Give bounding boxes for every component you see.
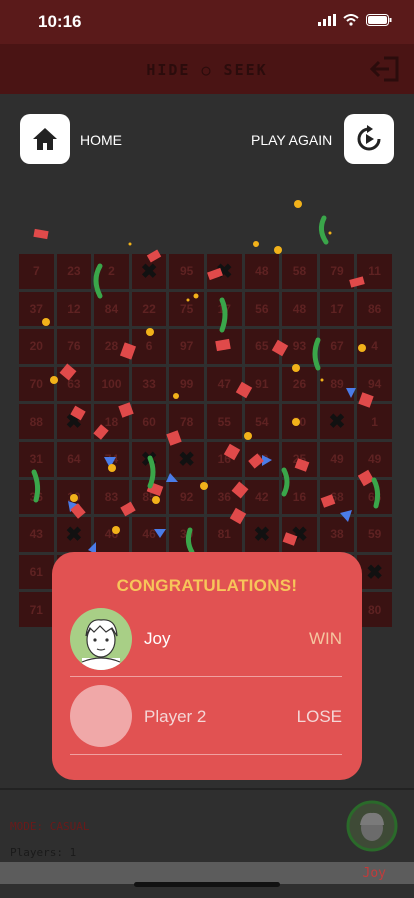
congratulations-title: CONGRATULATIONS! bbox=[116, 576, 298, 595]
results-modal: CONGRATULATIONS! Joy WIN Player 2 LOSE bbox=[52, 552, 362, 780]
player-1-result: WIN bbox=[308, 629, 342, 648]
divider bbox=[70, 754, 342, 755]
app-title: HIDE ○ SEEK bbox=[146, 61, 268, 79]
confetti-ribbons bbox=[33, 228, 375, 546]
avatar-placeholder bbox=[70, 685, 132, 747]
board-cell[interactable]: 71 bbox=[19, 592, 54, 627]
status-icons bbox=[318, 14, 392, 26]
wifi-icon bbox=[343, 14, 359, 26]
confetti-layer bbox=[31, 200, 381, 555]
player-2-result: LOSE bbox=[296, 707, 342, 726]
divider bbox=[70, 676, 342, 677]
status-bar: 10:16 bbox=[0, 0, 414, 44]
current-player-bar bbox=[0, 862, 414, 884]
play-again-button[interactable] bbox=[344, 114, 394, 164]
board-cell[interactable]: 80 bbox=[357, 592, 392, 627]
cell-number: 61 bbox=[29, 565, 43, 580]
home-indicator bbox=[134, 882, 280, 887]
player-1-name: Joy bbox=[144, 629, 171, 648]
players-count: Players: 1 bbox=[10, 846, 77, 859]
app-header: HIDE ○ SEEK bbox=[0, 44, 414, 94]
avatar bbox=[70, 608, 132, 670]
home-label[interactable]: HOME bbox=[80, 132, 122, 148]
mode-label: MODE: CASUAL bbox=[10, 820, 90, 833]
signal-icon bbox=[318, 14, 336, 26]
replay-icon bbox=[357, 125, 381, 151]
status-time: 10:16 bbox=[38, 12, 82, 31]
cell-number: 71 bbox=[29, 602, 43, 617]
player-portrait-icon bbox=[81, 619, 121, 670]
home-button[interactable] bbox=[20, 114, 70, 164]
play-again-label[interactable]: PLAY AGAIN bbox=[251, 132, 332, 148]
battery-icon bbox=[366, 14, 392, 26]
exit-icon[interactable] bbox=[370, 56, 400, 82]
confetti-triangles bbox=[68, 388, 356, 554]
house-icon bbox=[33, 128, 57, 150]
player-2-name: Player 2 bbox=[144, 707, 207, 726]
cell-number: 80 bbox=[367, 602, 382, 617]
current-player-avatar bbox=[346, 800, 398, 852]
current-player-name: Joy bbox=[362, 866, 386, 881]
